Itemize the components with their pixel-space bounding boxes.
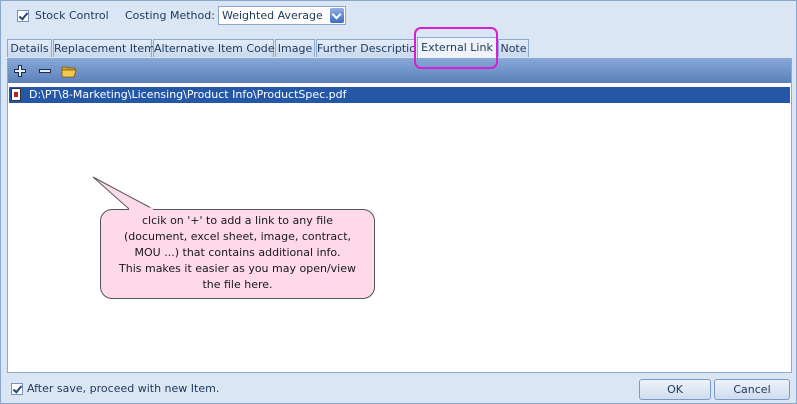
callout-line: clcik on '+' to add a link to any file xyxy=(142,214,333,227)
highlight-box xyxy=(414,27,498,69)
tab-details[interactable]: Details xyxy=(7,39,52,57)
callout-line: This makes it easier as you may open/vie… xyxy=(119,262,356,275)
callout-line: the file here. xyxy=(202,278,273,291)
tab-replacement-item[interactable]: Replacement Item xyxy=(53,39,155,57)
tab-strip: Details Replacement Item Alternative Ite… xyxy=(7,37,793,58)
stock-control-label: Stock Control xyxy=(35,9,109,22)
cancel-button[interactable]: Cancel xyxy=(714,379,790,400)
tab-alternative-item-code[interactable]: Alternative Item Code xyxy=(153,39,275,57)
help-callout: clcik on '+' to add a link to any file (… xyxy=(100,209,375,299)
top-row: Stock Control Costing Method: Weighted A… xyxy=(7,4,787,26)
pdf-file-icon xyxy=(11,88,21,101)
plus-icon[interactable] xyxy=(13,64,27,78)
minus-icon[interactable] xyxy=(38,64,52,78)
stock-control-checkbox[interactable] xyxy=(17,10,29,22)
chevron-down-icon[interactable] xyxy=(330,8,344,23)
folder-open-icon[interactable] xyxy=(61,64,77,78)
costing-method-select[interactable]: Weighted Average xyxy=(218,6,346,25)
tab-further-description[interactable]: Further Description xyxy=(316,39,423,57)
link-toolbar xyxy=(8,59,791,83)
ok-button[interactable]: OK xyxy=(639,379,711,400)
callout-line: MOU ...) that contains additional info. xyxy=(134,246,341,259)
callout-pointer xyxy=(93,176,154,211)
dialog-frame: Stock Control Costing Method: Weighted A… xyxy=(0,0,797,404)
link-row[interactable]: D:\PT\8-Marketing\Licensing\Product Info… xyxy=(9,87,790,103)
tab-note[interactable]: Note xyxy=(498,39,529,57)
costing-method-value: Weighted Average xyxy=(222,9,323,22)
costing-method-label: Costing Method: xyxy=(125,9,215,22)
link-path: D:\PT\8-Marketing\Licensing\Product Info… xyxy=(29,88,347,101)
tab-image[interactable]: Image xyxy=(275,39,315,57)
proceed-new-item-checkbox[interactable] xyxy=(11,383,23,395)
callout-line: (document, excel sheet, image, contract, xyxy=(123,230,352,243)
proceed-new-item-label: After save, proceed with new Item. xyxy=(27,382,220,395)
external-link-panel: D:\PT\8-Marketing\Licensing\Product Info… xyxy=(7,58,792,373)
